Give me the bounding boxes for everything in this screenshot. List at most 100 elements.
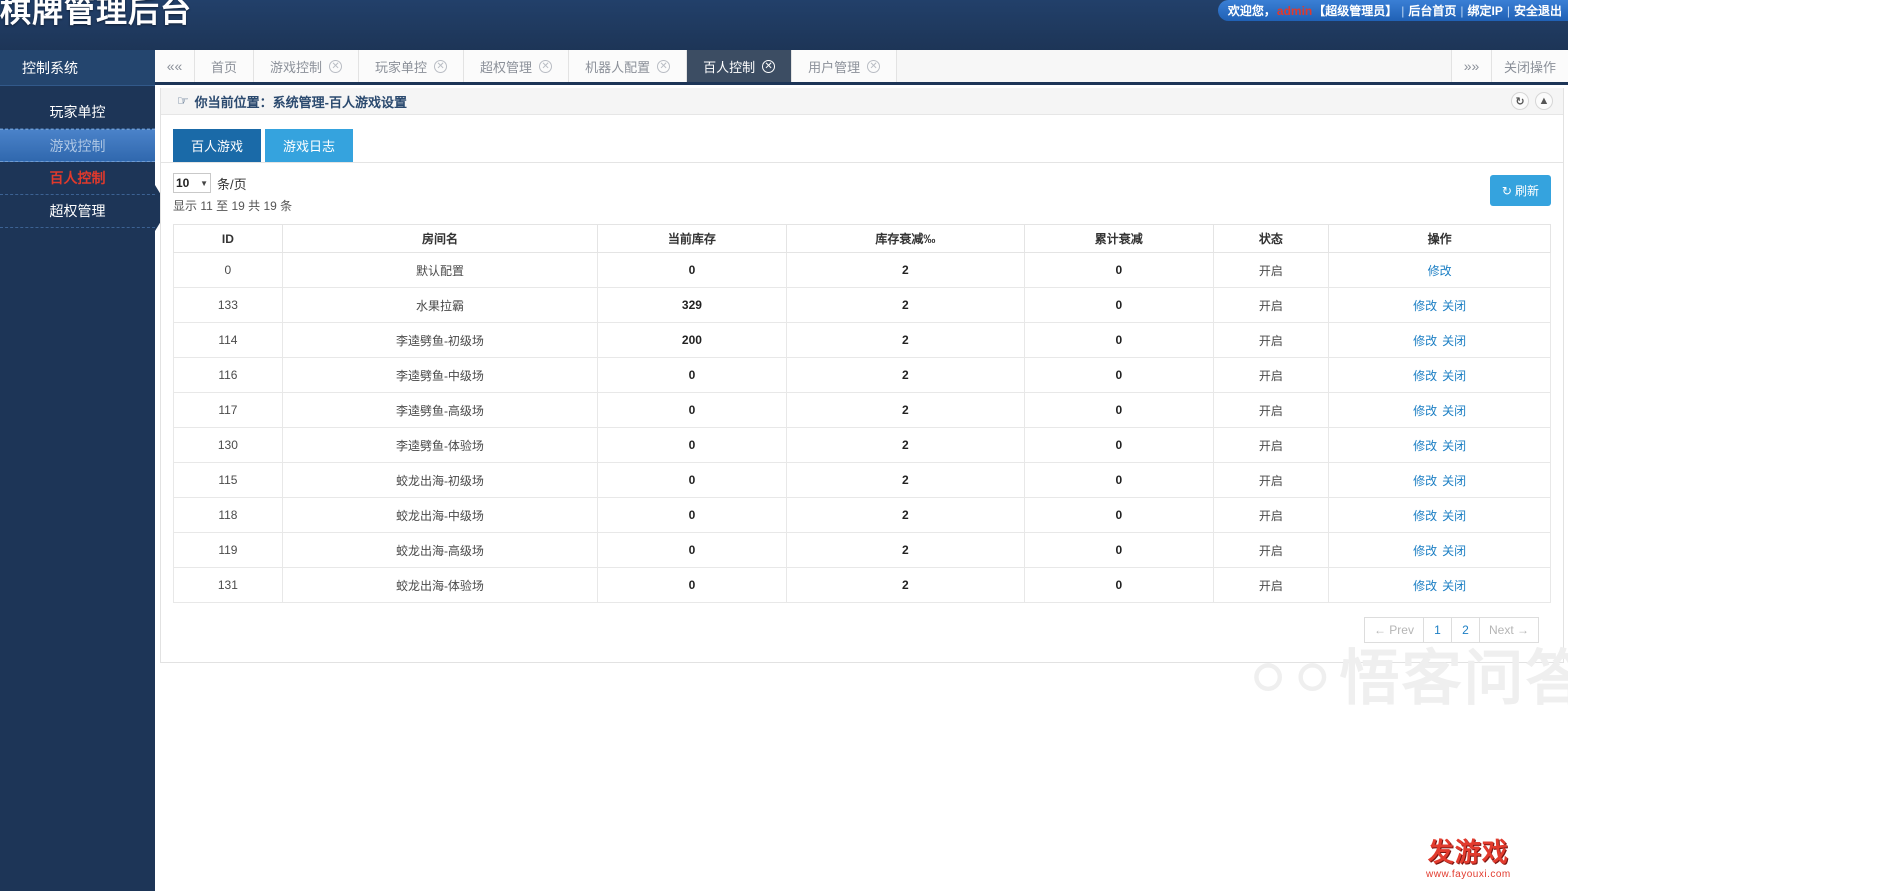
action-close-link[interactable]: 关闭 [1442, 404, 1466, 418]
cell-id: 116 [173, 357, 283, 393]
cell-room-name: 李逵劈鱼-中级场 [281, 357, 599, 393]
action-edit-link[interactable]: 修改 [1413, 299, 1437, 313]
cell-actions: 修改 关闭 [1328, 427, 1551, 463]
cell-status: 开启 [1212, 252, 1330, 288]
action-close-link[interactable]: 关闭 [1442, 439, 1466, 453]
action-edit-link[interactable]: 修改 [1413, 334, 1437, 348]
page-size-value: 10 [176, 176, 190, 190]
cell-total-decay: 0 [1023, 392, 1214, 428]
refresh-button[interactable]: ↻ 刷新 [1489, 175, 1551, 206]
action-close-link[interactable]: 关闭 [1442, 509, 1466, 523]
page-size-row: 10 ▼ 条/页 [173, 173, 1551, 193]
cell-id: 115 [173, 462, 283, 498]
cell-total-decay: 0 [1023, 427, 1214, 463]
tab-label: 游戏控制 [270, 59, 323, 75]
table-header: ID 房间名 当前库存 库存衰减‰ 累计衰减 状态 操作 [173, 224, 1551, 253]
column-header-stock[interactable]: 当前库存 [597, 224, 787, 253]
tab-close-icon[interactable]: ✕ [539, 59, 553, 73]
sidebar-bottom-fill [0, 720, 155, 891]
content-panel: ☞ 你当前位置：系统管理-百人游戏设置 ↻ ▲ 百人游戏 游戏日志 10 ▼ 条… [160, 88, 1564, 663]
cell-stock-decay: 2 [785, 322, 1025, 358]
action-edit-link[interactable]: 修改 [1413, 509, 1437, 523]
cell-room-name: 蛟龙出海-高级场 [281, 532, 599, 568]
action-close-link[interactable]: 关闭 [1442, 579, 1466, 593]
cell-status: 开启 [1212, 532, 1330, 568]
top-header: 棋牌管理后台 欢迎您， admin 【超级管理员】 | 后台首页 | 绑定IP | … [0, 0, 1568, 50]
tab-player-control[interactable]: 玩家单控 ✕ [359, 50, 465, 82]
action-close-link[interactable]: 关闭 [1442, 334, 1466, 348]
tabs-scroll-left-icon[interactable]: «​« [155, 50, 195, 82]
tab-close-icon[interactable]: ✕ [434, 59, 448, 73]
page-size-select[interactable]: 10 ▼ [173, 173, 211, 193]
table-panel: 10 ▼ 条/页 显示 11 至 19 共 19 条 ↻ 刷新 ID 房间名 当… [161, 163, 1563, 643]
cell-stock-decay: 2 [785, 252, 1025, 288]
panel-tools: ↻ ▲ [1511, 92, 1553, 110]
action-edit-link[interactable]: 修改 [1413, 369, 1437, 383]
action-close-link[interactable]: 关闭 [1442, 474, 1466, 488]
subtab-game-log[interactable]: 游戏日志 [265, 129, 354, 162]
cell-id: 0 [173, 252, 283, 288]
chevron-up-icon[interactable]: ▲ [1535, 92, 1553, 110]
action-edit-link[interactable]: 修改 [1413, 544, 1437, 558]
tab-close-icon[interactable]: ✕ [867, 59, 881, 73]
sidebar-item-player-control[interactable]: 玩家单控 [0, 96, 155, 129]
tab-close-icon[interactable]: ✕ [329, 59, 343, 73]
cell-current-stock: 0 [597, 392, 787, 428]
cell-stock-decay: 2 [785, 462, 1025, 498]
page-right-blank-area [1568, 0, 1885, 891]
tab-close-icon[interactable]: ✕ [657, 59, 671, 73]
action-close-link[interactable]: 关闭 [1442, 369, 1466, 383]
cell-total-decay: 0 [1023, 357, 1214, 393]
table-row: 118 蛟龙出海-中级场 0 2 0 开启 修改 关闭 [173, 497, 1551, 533]
link-bind-ip[interactable]: 绑定IP [1468, 2, 1503, 19]
tab-robot-config[interactable]: 机器人配置 ✕ [569, 50, 688, 82]
cell-stock-decay: 2 [785, 287, 1025, 323]
tab-hundred-control[interactable]: 百人控制 ✕ [687, 50, 793, 82]
sub-tab-bar: 百人游戏 游戏日志 [161, 115, 1563, 163]
sidebar-item-super-admin[interactable]: 超权管理 [0, 195, 155, 228]
column-header-action[interactable]: 操作 [1328, 224, 1551, 253]
tab-home[interactable]: 首页 [195, 50, 255, 82]
cell-id: 118 [173, 497, 283, 533]
tab-user-management[interactable]: 用户管理 ✕ [792, 50, 898, 82]
action-edit-link[interactable]: 修改 [1413, 474, 1437, 488]
link-backend-home[interactable]: 后台首页 [1408, 2, 1456, 19]
action-edit-link[interactable]: 修改 [1428, 264, 1452, 278]
cell-actions: 修改 [1328, 252, 1551, 288]
tabs-scroll-right-icon[interactable]: »​» [1450, 50, 1491, 82]
sidebar: 控制系统 玩家单控 游戏控制 百人控制 超权管理 [0, 50, 155, 720]
column-header-decay[interactable]: 库存衰减‰ [785, 224, 1025, 253]
close-operations-button[interactable]: 关闭操作 [1490, 50, 1568, 82]
cell-current-stock: 329 [597, 287, 787, 323]
sidebar-spacer [0, 86, 155, 96]
refresh-icon[interactable]: ↻ [1511, 92, 1529, 110]
tab-label: 百人控制 [703, 59, 756, 75]
table-row: 116 李逵劈鱼-中级场 0 2 0 开启 修改 关闭 [173, 357, 1551, 393]
user-info-bar: 欢迎您， admin 【超级管理员】 | 后台首页 | 绑定IP | 安全退出 [1217, 0, 1568, 21]
action-edit-link[interactable]: 修改 [1413, 439, 1437, 453]
sidebar-item-hundred-control[interactable]: 百人控制 [0, 162, 155, 195]
column-header-status[interactable]: 状态 [1212, 224, 1330, 253]
refresh-icon: ↻ [1501, 183, 1512, 198]
cell-status: 开启 [1212, 322, 1330, 358]
cell-status: 开启 [1212, 357, 1330, 393]
cell-id: 114 [173, 322, 283, 358]
subtab-hundred-game[interactable]: 百人游戏 [173, 129, 262, 162]
action-edit-link[interactable]: 修改 [1413, 404, 1437, 418]
action-close-link[interactable]: 关闭 [1442, 299, 1466, 313]
tab-close-icon[interactable]: ✕ [762, 59, 776, 73]
column-header-total[interactable]: 累计衰减 [1023, 224, 1214, 253]
column-header-id[interactable]: ID [173, 224, 283, 253]
link-logout[interactable]: 安全退出 [1514, 2, 1562, 19]
tab-super-admin[interactable]: 超权管理 ✕ [464, 50, 570, 82]
sidebar-item-label: 玩家单控 [49, 104, 106, 120]
hand-pointer-icon: ☞ [177, 93, 189, 108]
action-close-link[interactable]: 关闭 [1442, 544, 1466, 558]
sidebar-item-game-control[interactable]: 游戏控制 [0, 129, 155, 162]
cell-actions: 修改 关闭 [1328, 287, 1551, 323]
action-edit-link[interactable]: 修改 [1413, 579, 1437, 593]
tab-game-control[interactable]: 游戏控制 ✕ [254, 50, 360, 82]
column-header-room[interactable]: 房间名 [281, 224, 599, 253]
cell-total-decay: 0 [1023, 287, 1214, 323]
breadcrumb: ☞ 你当前位置：系统管理-百人游戏设置 ↻ ▲ [161, 88, 1563, 115]
